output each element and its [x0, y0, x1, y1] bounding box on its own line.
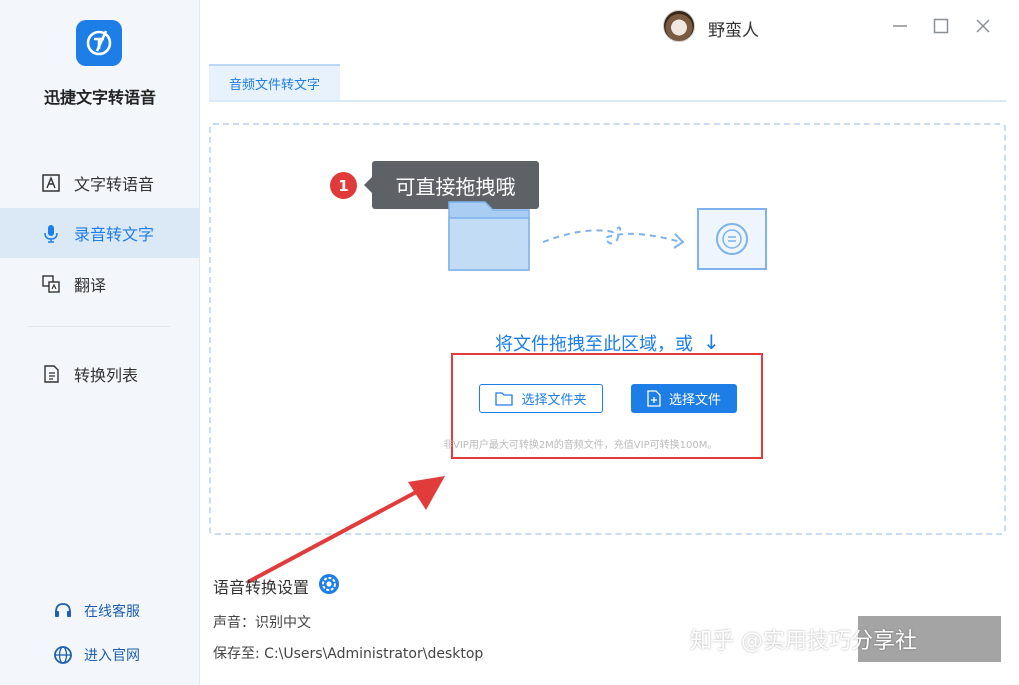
select-file-button[interactable]: 选择文件: [631, 384, 737, 413]
conversion-list-icon: [40, 363, 62, 385]
sidebar-item-translate[interactable]: 翻译: [0, 259, 200, 309]
tab-underline: [209, 100, 1006, 102]
folder-icon: [448, 201, 530, 271]
microphone-icon: [40, 222, 62, 244]
text-to-speech-icon: [40, 172, 62, 194]
maximize-icon[interactable]: [927, 12, 955, 40]
select-file-label: 选择文件: [668, 393, 721, 408]
folder-icon: [495, 391, 514, 406]
official-site-label: 进入官网: [84, 648, 140, 664]
text-document-icon: [697, 208, 767, 270]
sidebar-item-speech-to-text[interactable]: 录音转文字: [0, 208, 200, 258]
save-path-setting: 保存至: C:\Users\Administrator\desktop: [213, 646, 484, 662]
settings-title: 语音转换设置: [213, 578, 310, 597]
app-name: 迅捷文字转语音: [43, 88, 156, 107]
sidebar-item-label: 转换列表: [74, 366, 139, 385]
tab-audio-to-text[interactable]: 音频文件转文字: [209, 64, 340, 100]
translate-icon: [40, 273, 62, 295]
customer-service-label: 在线客服: [84, 604, 140, 620]
voice-setting: 声音：识别中文: [213, 615, 311, 631]
arrow-down-icon: ↓: [703, 330, 720, 354]
sidebar-divider: [28, 326, 170, 327]
username[interactable]: 野蛮人: [708, 16, 759, 41]
add-file-icon: [647, 390, 661, 407]
app-logo-icon: [76, 20, 122, 66]
customer-service-icon: [52, 600, 74, 622]
step-badge: 1: [330, 172, 357, 199]
select-folder-label: 选择文件夹: [521, 393, 587, 408]
drag-illustration: [448, 201, 767, 271]
sidebar: 迅捷文字转语音 文字转语音 录音转文字 翻译 转换列表 在线客服 进入官网: [0, 0, 200, 685]
sidebar-item-conversion-list[interactable]: 转换列表: [0, 349, 200, 399]
close-icon[interactable]: [969, 12, 997, 40]
sidebar-item-label: 文字转语音: [74, 175, 155, 194]
select-folder-button[interactable]: 选择文件夹: [479, 384, 603, 413]
customer-service-link[interactable]: 在线客服: [0, 597, 200, 625]
official-site-link[interactable]: 进入官网: [0, 641, 200, 669]
annotation-arrow-icon: [247, 476, 445, 584]
sidebar-item-label: 录音转文字: [74, 225, 155, 244]
sidebar-item-text-to-speech[interactable]: 文字转语音: [0, 158, 200, 208]
minimize-icon[interactable]: [886, 12, 914, 40]
gear-icon[interactable]: [318, 573, 340, 595]
sidebar-item-label: 翻译: [74, 276, 107, 295]
vip-note: 非VIP用户最大可转换2M的音频文件，充值VIP可转换100M。: [443, 440, 718, 451]
avatar[interactable]: [663, 10, 695, 42]
globe-icon: [52, 644, 74, 666]
watermark: 知乎 @实用技巧分享社: [690, 629, 917, 654]
